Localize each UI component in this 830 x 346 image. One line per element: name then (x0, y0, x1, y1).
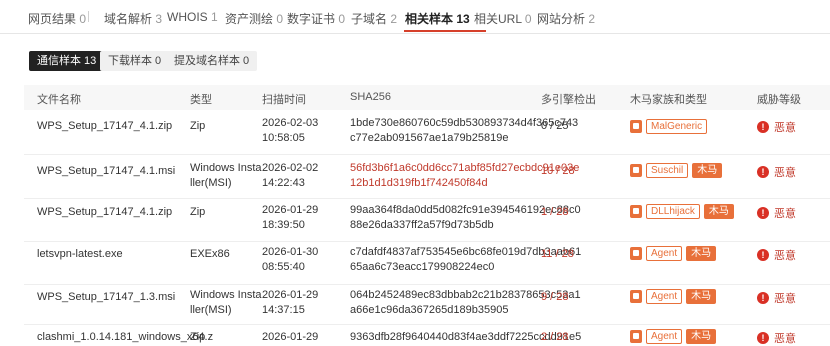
result-tabs: 网页结果 0 域名解析 3 WHOIS 1 资产测绘 0 数字证书 0 子域名 … (0, 0, 830, 34)
subtab-communication-samples[interactable]: 通信样本 13 (29, 51, 105, 71)
detection-ratio: 9 / 28 (541, 291, 569, 303)
col-file-name: 文件名称 (37, 94, 81, 106)
col-family: 木马家族和类型 (630, 94, 707, 106)
trojan-family-icon (630, 205, 642, 218)
file-type: Windows Insta ller(MSI) (190, 162, 262, 189)
alert-icon: ! (757, 121, 769, 133)
threat-level: ! 恶意 (757, 247, 796, 263)
scan-time: 2026-01-29 (262, 331, 319, 343)
file-name[interactable]: clashmi_1.0.14.181_windows_x64.z (37, 330, 213, 345)
file-type: Zip (190, 120, 206, 132)
alert-icon: ! (757, 332, 769, 344)
table-row[interactable]: clashmi_1.0.14.181_windows_x64.z Zip 202… (24, 325, 830, 346)
family-tag: Agent (646, 246, 683, 261)
table-row[interactable]: WPS_Setup_17147_4.1.zip Zip 2026-01-29 18… (24, 199, 830, 242)
family-tag: Suschil (646, 163, 689, 178)
col-detections: 多引擎检出 (541, 94, 596, 106)
trojan-type-tag: 木马 (686, 246, 717, 261)
tab-related-samples[interactable]: 相关样本 13 (405, 10, 470, 27)
threat-level: ! 恶意 (757, 330, 796, 346)
threat-level: ! 恶意 (757, 290, 796, 306)
scan-time: 2026-01-29 18:39:50 (262, 204, 319, 231)
file-type: Zip (190, 206, 206, 218)
tab-dns[interactable]: 域名解析 3 (104, 10, 162, 27)
file-name[interactable]: WPS_Setup_17147_1.3.msi (37, 290, 175, 305)
trojan-type-tag: 木马 (686, 289, 717, 304)
active-tab-indicator (404, 30, 486, 32)
threat-level: ! 恶意 (757, 164, 796, 180)
alert-icon: ! (757, 249, 769, 261)
family-tag: Agent (646, 329, 683, 344)
tab-certificates[interactable]: 数字证书 0 (287, 10, 345, 27)
family-tag: MalGeneric (646, 119, 708, 134)
file-name[interactable]: WPS_Setup_17147_4.1.zip (37, 205, 172, 220)
trojan-type-tag: 木马 (686, 329, 717, 344)
detection-ratio: 2 / 28 (541, 331, 569, 343)
tab-web-results[interactable]: 网页结果 0 (28, 10, 86, 27)
tab-related-urls[interactable]: 相关URL 0 (474, 10, 532, 27)
trojan-family-icon (630, 290, 642, 303)
trojan-family-icon (630, 120, 642, 133)
col-type: 类型 (190, 94, 212, 106)
alert-icon: ! (757, 207, 769, 219)
file-name[interactable]: letsvpn-latest.exe (37, 247, 123, 262)
alert-icon: ! (757, 292, 769, 304)
tab-subdomains[interactable]: 子域名 2 (351, 10, 397, 27)
tab-assets[interactable]: 资产测绘 0 (225, 10, 283, 27)
col-sha256: SHA256 (350, 91, 391, 103)
file-name[interactable]: WPS_Setup_17147_4.1.zip (37, 119, 172, 134)
threat-level: ! 恶意 (757, 205, 796, 221)
file-name[interactable]: WPS_Setup_17147_4.1.msi (37, 164, 175, 179)
table-header: 文件名称 类型 扫描时间 SHA256 多引擎检出 木马家族和类型 威胁等级 (24, 85, 830, 110)
table-row[interactable]: letsvpn-latest.exe EXEx86 2026-01-30 08:5… (24, 242, 830, 285)
scan-time: 2026-01-29 14:37:15 (262, 289, 319, 316)
family-tag: DLLhijack (646, 204, 700, 219)
family-tags: MalGeneric (630, 119, 708, 134)
file-type: Windows Insta ller(MSI) (190, 289, 262, 316)
family-tags: Agent 木马 (630, 329, 717, 344)
family-tag: Agent (646, 289, 683, 304)
scan-time: 2026-02-02 14:22:43 (262, 162, 319, 189)
file-type: Zip (190, 331, 206, 343)
table-row[interactable]: WPS_Setup_17147_4.1.msi Windows Insta lle… (24, 155, 830, 199)
subtab-download-samples[interactable]: 下载样本 0 (100, 51, 170, 71)
family-tags: Agent 木马 (630, 289, 717, 304)
tab-whois[interactable]: WHOIS 1 (167, 10, 218, 24)
detection-ratio: 11 / 28 (541, 248, 574, 260)
trojan-type-tag: 木马 (692, 163, 723, 178)
trojan-family-icon (630, 247, 642, 260)
family-tags: Agent 木马 (630, 246, 717, 261)
trojan-family-icon (630, 164, 642, 177)
subtab-mentioned-samples[interactable]: 提及域名样本 0 (166, 51, 258, 71)
file-type: EXEx86 (190, 248, 230, 260)
table-row[interactable]: WPS_Setup_17147_1.3.msi Windows Insta lle… (24, 285, 830, 325)
scan-time: 2026-02-03 10:58:05 (262, 117, 319, 144)
family-tags: DLLhijack 木马 (630, 204, 734, 219)
trojan-type-tag: 木马 (703, 204, 734, 219)
tab-site-analysis[interactable]: 网站分析 2 (537, 10, 595, 27)
detection-ratio: 0 / 25 (541, 120, 569, 132)
trojan-family-icon (630, 330, 642, 343)
scan-time: 2026-01-30 08:55:40 (262, 246, 319, 273)
detection-ratio: 10 / 28 (541, 165, 575, 177)
threat-level: ! 恶意 (757, 119, 796, 135)
col-scan-time: 扫描时间 (262, 94, 306, 106)
table-row[interactable]: WPS_Setup_17147_4.1.zip Zip 2026-02-03 10… (24, 110, 830, 155)
family-tags: Suschil 木马 (630, 163, 723, 178)
col-threat-level: 威胁等级 (757, 94, 801, 106)
alert-icon: ! (757, 166, 769, 178)
tab-divider (88, 11, 89, 22)
detection-ratio: 1 / 28 (541, 206, 569, 218)
